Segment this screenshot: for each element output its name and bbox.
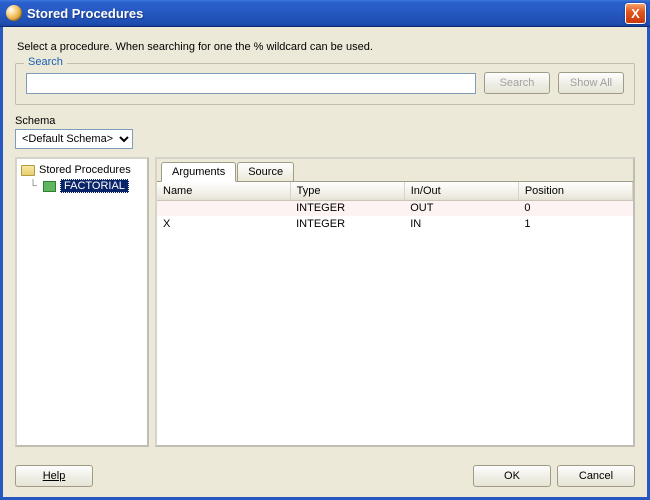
close-button[interactable]: X [625,3,646,24]
schema-block: Schema <Default Schema> [15,115,635,149]
cell-name [157,200,290,216]
cell-position: 0 [518,200,632,216]
cell-type: INTEGER [290,200,404,216]
cancel-button[interactable]: Cancel [557,465,635,487]
cell-inout: OUT [404,200,518,216]
folder-icon [21,165,35,176]
dialog-content: Select a procedure. When searching for o… [0,27,650,500]
app-icon [6,5,22,21]
tree-root-label: Stored Procedures [39,164,131,176]
description-text: Select a procedure. When searching for o… [17,41,635,53]
title-bar: Stored Procedures X [0,0,650,27]
procedure-tree[interactable]: Stored Procedures └ FACTORIAL [15,157,149,447]
table-row[interactable]: INTEGER OUT 0 [157,200,633,216]
arguments-table: Name Type In/Out Position INTEGER OUT [157,182,633,232]
tab-source[interactable]: Source [237,162,294,181]
search-fieldset: Search Search Show All [15,63,635,105]
help-button[interactable]: Help [15,465,93,487]
cell-position: 1 [518,216,632,232]
ok-button[interactable]: OK [473,465,551,487]
col-position[interactable]: Position [518,182,632,200]
search-button[interactable]: Search [484,72,550,94]
arguments-table-wrap[interactable]: Name Type In/Out Position INTEGER OUT [157,182,633,445]
col-name[interactable]: Name [157,182,290,200]
show-all-button[interactable]: Show All [558,72,624,94]
table-row[interactable]: X INTEGER IN 1 [157,216,633,232]
cell-type: INTEGER [290,216,404,232]
cell-name: X [157,216,290,232]
procedure-icon [43,181,56,192]
col-type[interactable]: Type [290,182,404,200]
tree-item-label: FACTORIAL [60,179,129,193]
window-title: Stored Procedures [27,6,625,21]
details-panel: Arguments Source Name Type In/Out Positi… [155,157,635,447]
help-button-label: Help [43,470,66,482]
search-legend: Search [24,56,67,68]
tab-bar: Arguments Source [157,159,633,182]
schema-label: Schema [15,115,635,127]
schema-select[interactable]: <Default Schema> [15,129,133,149]
close-icon: X [631,6,640,21]
tab-arguments[interactable]: Arguments [161,162,236,182]
tree-item-factorial[interactable]: └ FACTORIAL [25,178,145,194]
search-input[interactable] [26,73,476,94]
cell-inout: IN [404,216,518,232]
tree-connector: └ [27,180,39,192]
tree-root[interactable]: Stored Procedures [19,163,145,177]
col-inout[interactable]: In/Out [404,182,518,200]
button-bar: Help OK Cancel [3,457,647,497]
